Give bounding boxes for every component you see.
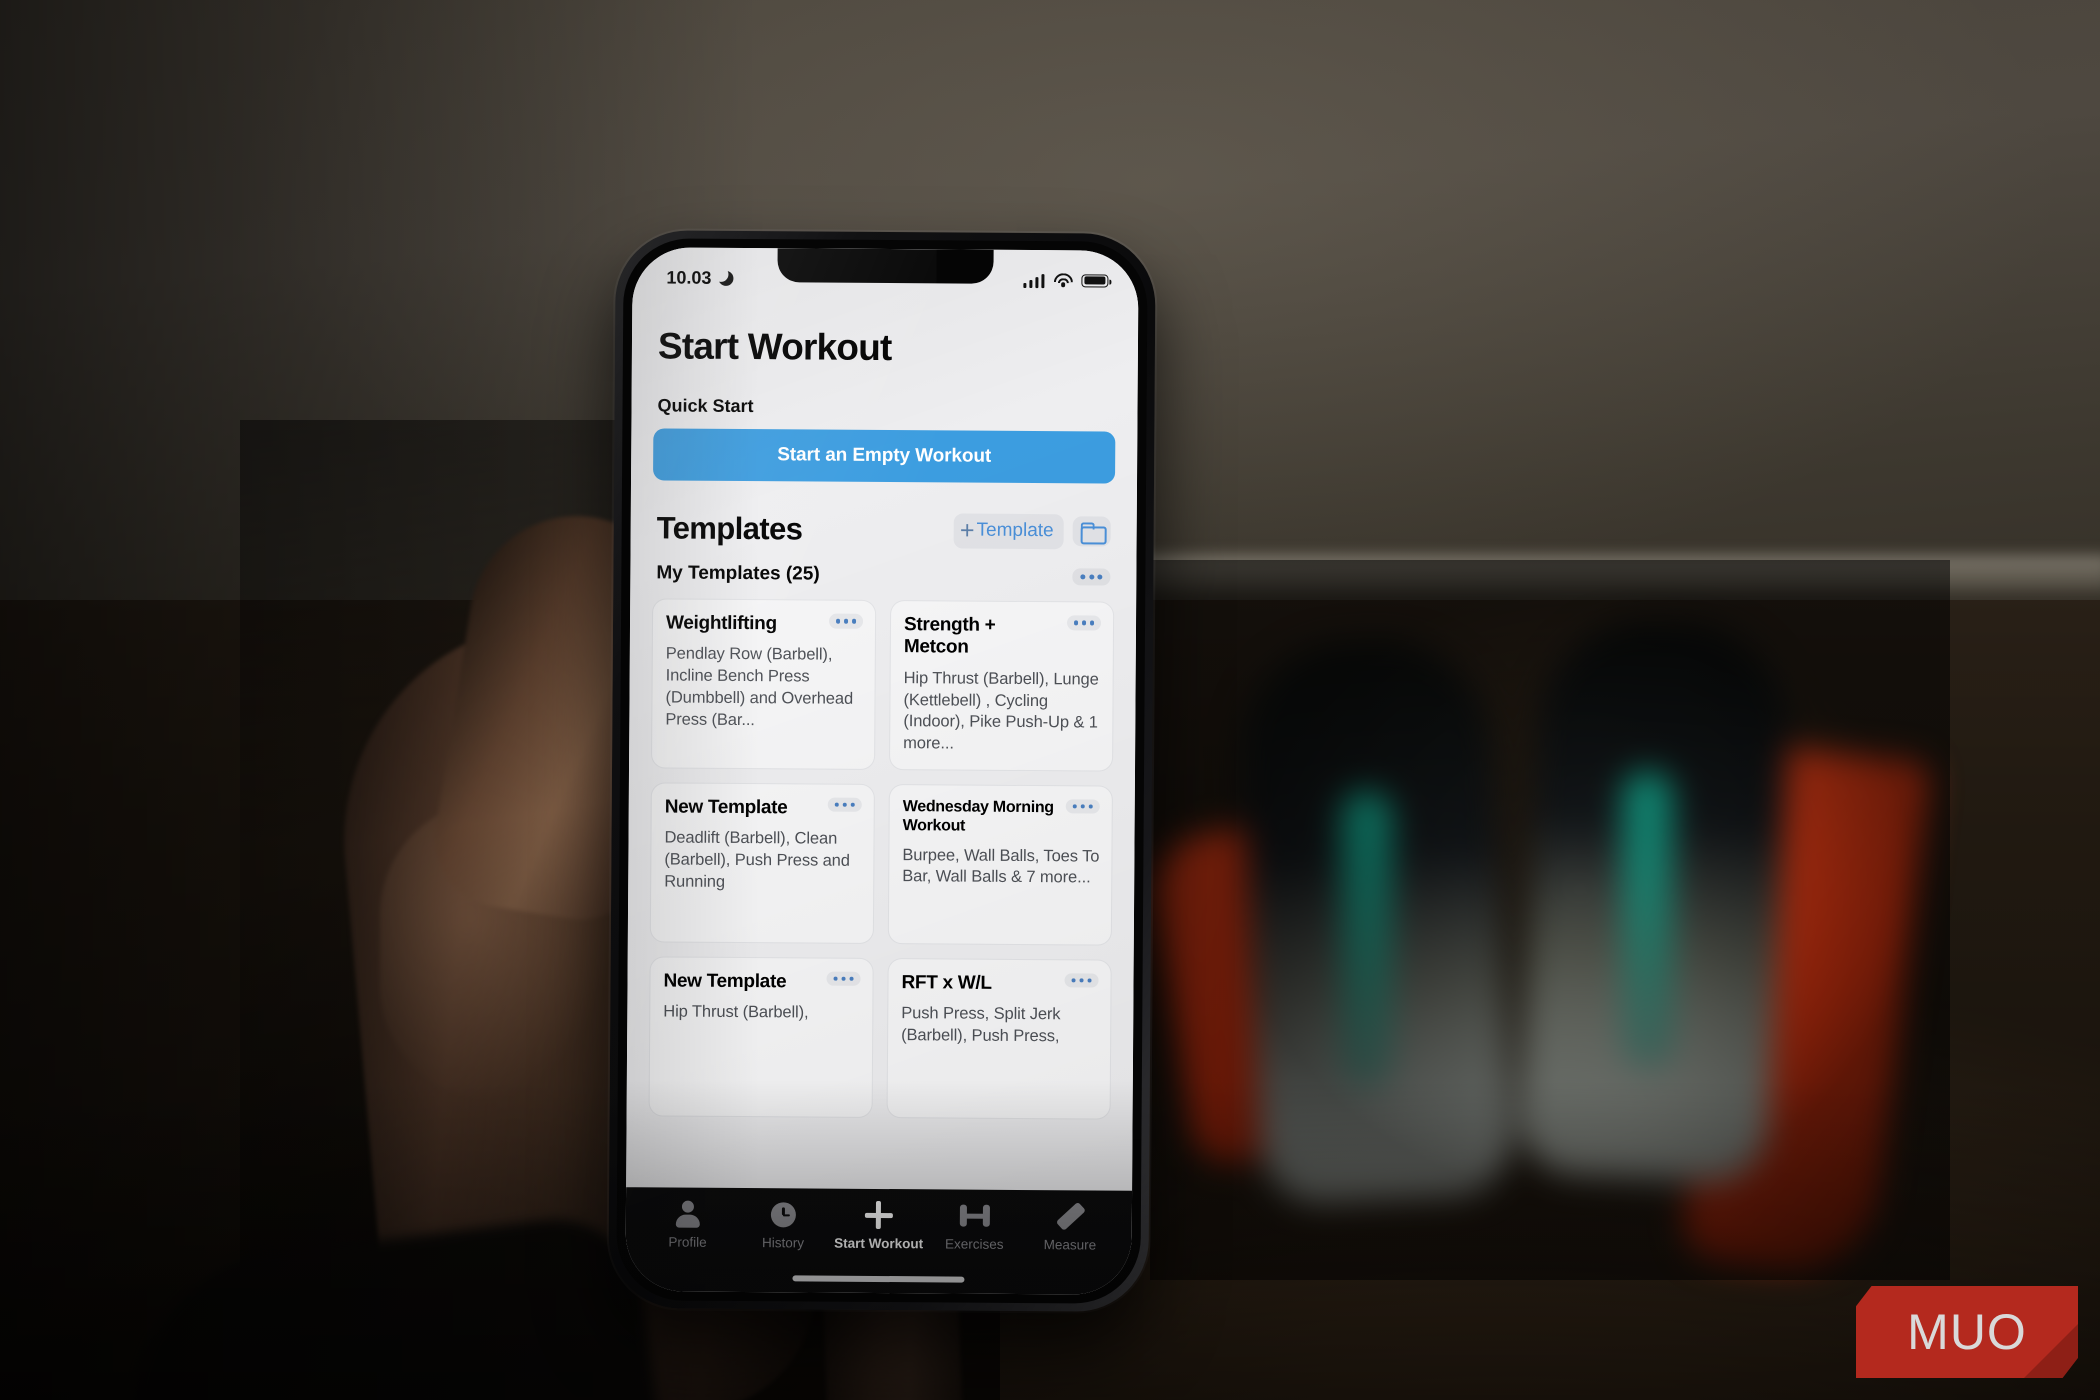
shoe-accent-left — [1340, 790, 1392, 1090]
template-card-title: RFT x W/L — [901, 972, 992, 994]
add-template-button[interactable]: + Template — [953, 512, 1064, 549]
muo-watermark: MUO — [1856, 1286, 2078, 1378]
cellular-signal-icon — [1022, 272, 1045, 288]
template-card-menu-button[interactable] — [828, 613, 864, 629]
template-card-title: Strength + Metcon — [903, 614, 996, 659]
template-card-exercises: Push Press, Split Jerk (Barbell), Push P… — [901, 1004, 1061, 1046]
template-card-exercises: Burpee, Wall Balls, Toes To Bar, Wall Ba… — [902, 845, 1100, 887]
template-card-header: Wednesday Morning Workout — [903, 798, 1100, 837]
template-card-header: Strength + Metcon — [903, 614, 1102, 660]
template-card-menu-button[interactable] — [1065, 799, 1100, 814]
template-card-menu-button[interactable] — [1063, 973, 1099, 988]
notch — [777, 248, 994, 284]
bottom-vignette — [0, 1080, 2100, 1400]
template-card-menu-button[interactable] — [825, 971, 861, 987]
battery-icon — [1081, 273, 1109, 288]
muo-watermark-text: MUO — [1907, 1304, 2027, 1360]
plus-icon: + — [959, 516, 975, 545]
template-card-title: Wednesday Morning Workout — [902, 798, 1054, 835]
wifi-icon — [1053, 273, 1073, 287]
templates-actions: + Template — [953, 512, 1111, 549]
folder-icon — [1081, 522, 1103, 540]
template-card-menu-button[interactable] — [1066, 615, 1102, 631]
shoe-accent-right — [1622, 770, 1674, 1070]
status-bar-right — [1022, 272, 1109, 288]
folder-button[interactable] — [1072, 516, 1111, 547]
template-card-menu-button[interactable] — [827, 797, 862, 813]
template-card[interactable]: Strength + Metcon Hip Thrust (Barbell), … — [889, 600, 1115, 772]
template-card-header: RFT x W/L — [901, 972, 1099, 996]
my-templates-menu-button[interactable] — [1072, 567, 1111, 586]
add-template-label: Template — [976, 519, 1054, 542]
photo-scene: 10.03 Start Workout Quick Start — [0, 0, 2100, 1400]
skirting-board — [1080, 555, 2100, 591]
template-card[interactable]: Wednesday Morning Workout Burpee, Wall B… — [887, 783, 1113, 946]
template-card-exercises: Hip Thrust (Barbell), Lunge (Kettlebell)… — [903, 668, 1099, 753]
